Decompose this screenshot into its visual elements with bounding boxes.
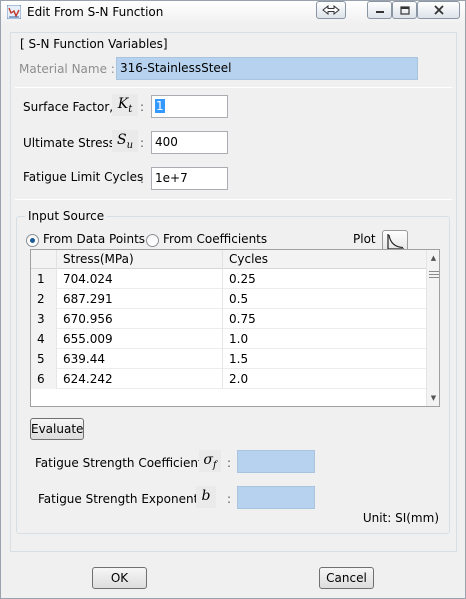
table-corner: [31, 250, 57, 269]
radio-from-coefficients[interactable]: [146, 234, 159, 247]
stress-cell[interactable]: 670.956: [57, 309, 223, 329]
dialog-content: [ S-N Function Variables] Material Name …: [10, 32, 457, 552]
scroll-grip-line: [429, 274, 439, 275]
surface-factor-input[interactable]: 1: [151, 95, 228, 118]
minimize-icon: [375, 11, 384, 13]
row-index[interactable]: 2: [31, 289, 57, 309]
row-index[interactable]: 4: [31, 329, 57, 349]
maximize-button[interactable]: [392, 1, 417, 19]
stress-cell[interactable]: 687.291: [57, 289, 223, 309]
column-header-cycles[interactable]: Cycles: [223, 250, 427, 269]
evaluate-button[interactable]: Evaluate: [30, 418, 84, 440]
ok-button[interactable]: OK: [92, 567, 147, 589]
stress-cell[interactable]: 655.009: [57, 329, 223, 349]
row-index[interactable]: 1: [31, 269, 57, 289]
cycles-cell[interactable]: 1.5: [223, 349, 427, 369]
data-points-table[interactable]: Stress(MPa) Cycles 1 704.024 0.25 2 687.…: [30, 249, 440, 407]
table-row[interactable]: 3 670.956 0.75: [31, 309, 427, 329]
fatigue-strength-coefficient-field[interactable]: [237, 450, 315, 473]
scroll-grip-line: [429, 277, 439, 278]
plot-label: Plot: [353, 232, 376, 246]
selected-text: 1: [155, 99, 165, 113]
material-name-label: Material Name :: [19, 62, 115, 76]
divider-top: [15, 87, 452, 88]
divider-middle: [15, 199, 452, 200]
fatigue-strength-exponent-field[interactable]: [237, 486, 315, 509]
ultimate-stress-symbol: Su: [112, 130, 138, 152]
table-header: Stress(MPa) Cycles: [31, 250, 427, 269]
input-source-title: Input Source: [25, 209, 108, 223]
maximize-icon: [399, 5, 410, 15]
minimize-button[interactable]: [367, 1, 392, 19]
cancel-button[interactable]: Cancel: [319, 567, 374, 589]
close-icon: [433, 5, 444, 15]
input-source-group: Input Source From Data Points From Coeff…: [16, 209, 450, 534]
table-row[interactable]: 5 639.44 1.5: [31, 349, 427, 369]
cycles-cell[interactable]: 1.0: [223, 329, 427, 349]
radio-from-data-points[interactable]: [26, 234, 39, 247]
ultimate-stress-colon: :: [140, 136, 145, 150]
column-header-stress[interactable]: Stress(MPa): [57, 250, 223, 269]
material-name-field[interactable]: 316-StainlessSteel: [116, 57, 418, 80]
scroll-grip-line: [429, 271, 439, 272]
ultimate-stress-input[interactable]: 400: [151, 131, 228, 154]
fatigue-strength-exponent-label: Fatigue Strength Exponent,: [38, 492, 203, 506]
fatigue-strength-coefficient-label: Fatigue Strength Coefficient,: [35, 456, 207, 470]
window-title: Edit From S-N Function: [27, 5, 164, 19]
table-row[interactable]: 4 655.009 1.0: [31, 329, 427, 349]
stress-cell[interactable]: 624.242: [57, 369, 223, 389]
dialog-window: Edit From S-N Function [ S-N Function Va…: [0, 0, 466, 599]
table-row[interactable]: 1 704.024 0.25: [31, 269, 427, 289]
ultimate-stress-label: Ultimate Stress,: [23, 136, 119, 150]
surface-factor-label: Surface Factor,: [23, 100, 114, 114]
title-bar[interactable]: Edit From S-N Function: [1, 1, 465, 24]
fatigue-limit-cycles-colon: :: [140, 172, 145, 186]
app-icon: [7, 5, 21, 19]
cycles-cell[interactable]: 0.5: [223, 289, 427, 309]
fatigue-limit-cycles-input[interactable]: 1e+7: [151, 167, 228, 190]
cycles-cell[interactable]: 2.0: [223, 369, 427, 389]
resize-toggle-button[interactable]: [316, 1, 346, 19]
double-arrow-icon: [322, 5, 340, 15]
radio-from-coefficients-label[interactable]: From Coefficients: [163, 232, 267, 246]
row-index[interactable]: 6: [31, 369, 57, 389]
close-button[interactable]: [417, 1, 460, 19]
row-index[interactable]: 3: [31, 309, 57, 329]
table-row[interactable]: 6 624.242 2.0: [31, 369, 427, 389]
unit-label: Unit: SI(mm): [362, 511, 439, 525]
exponent-symbol: b: [196, 486, 216, 508]
scroll-up-arrow-icon[interactable]: ▲: [429, 254, 438, 263]
row-index[interactable]: 5: [31, 349, 57, 369]
radio-from-data-points-label[interactable]: From Data Points: [43, 232, 145, 246]
variables-section-label: [ S-N Function Variables]: [20, 37, 168, 51]
fatigue-limit-cycles-label: Fatigue Limit Cycles: [23, 170, 144, 184]
scroll-down-arrow-icon[interactable]: ▼: [429, 394, 438, 403]
coefficient-colon: :: [227, 456, 232, 470]
stress-cell[interactable]: 704.024: [57, 269, 223, 289]
stress-cell[interactable]: 639.44: [57, 349, 223, 369]
exponent-colon: :: [227, 492, 232, 506]
coefficient-symbol: σf: [199, 450, 221, 472]
surface-factor-symbol: Kt: [112, 94, 138, 116]
cycles-cell[interactable]: 0.25: [223, 269, 427, 289]
surface-factor-colon: :: [140, 100, 145, 114]
table-row[interactable]: 2 687.291 0.5: [31, 289, 427, 309]
cycles-cell[interactable]: 0.75: [223, 309, 427, 329]
table-vertical-scrollbar[interactable]: ▲ ▼: [426, 250, 439, 406]
